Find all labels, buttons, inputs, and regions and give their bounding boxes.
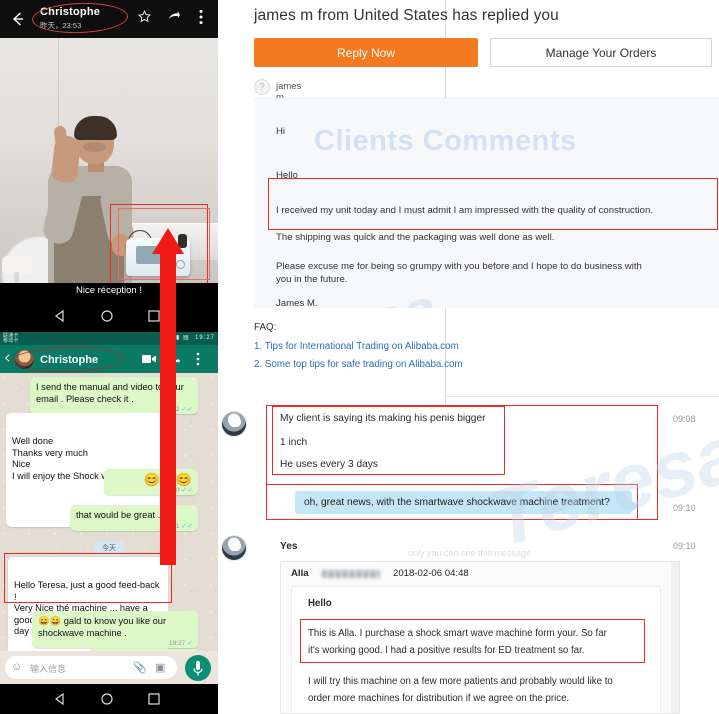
nav-home-icon[interactable]	[101, 310, 113, 322]
chat-time: 19:27 ✓	[169, 640, 193, 648]
nav-home-icon[interactable]	[101, 693, 113, 705]
alla-sender-name: Alla	[291, 568, 309, 579]
annotation-arrow-shaft	[160, 245, 176, 565]
chat-time: 09:10	[673, 541, 696, 551]
chat-bubble-outgoing: 😄😄 gald to know you like our shockwave m…	[32, 611, 198, 649]
customer-photo[interactable]	[0, 38, 218, 300]
nav-recents-icon[interactable]	[148, 310, 160, 322]
android-navbar-bottom	[0, 684, 218, 714]
avatar[interactable]	[221, 411, 247, 437]
nav-back-icon[interactable]	[54, 310, 66, 322]
annotation-box-feedback	[4, 553, 172, 603]
section-divider	[446, 396, 719, 397]
video-camera-icon[interactable]	[142, 354, 156, 364]
scrollbar[interactable]	[671, 562, 679, 713]
person-smile	[83, 142, 106, 152]
message-line: Please excuse me for being so grumpy wit…	[276, 261, 642, 272]
avatar[interactable]	[221, 535, 247, 561]
gallery-header: Christophe 昨天，23:53	[0, 0, 218, 38]
faq-block: FAQ: 1. Tips for International Trading o…	[254, 322, 463, 377]
blurred-surname	[322, 570, 380, 578]
screenshot-root: Christophe 昨天，23:53 Nice réception ! 联通卡…	[0, 0, 719, 714]
alla-timestamp: 2018-02-06 04:48	[393, 568, 469, 579]
faq-link-1[interactable]: 1. Tips for International Trading on Ali…	[254, 341, 463, 352]
chat-text: 😊😊😊	[110, 473, 192, 486]
android-navbar-top	[0, 300, 218, 332]
alla-quoted-message-card: Alla 2018-02-06 04:48 Hello This is Alla…	[280, 561, 680, 714]
alla-line: Hello	[308, 598, 332, 609]
page-title: james m from United States has replied y…	[254, 7, 559, 24]
chat-text: 😄😄 gald to know you like our shockwave m…	[38, 616, 167, 638]
message-input-placeholder: 输入信息	[30, 664, 67, 674]
nav-back-icon[interactable]	[54, 693, 66, 705]
message-line: The shipping was quick and the packaging…	[276, 232, 555, 243]
alla-line: order more machines for distribution if …	[308, 693, 570, 704]
android-status-bar: 联通卡 移动卡 ◔ ♺ ▮ ▤ 19:27	[0, 332, 218, 345]
message-thread: ? james m Teresa Clients Comments Hi Hel…	[254, 78, 719, 308]
paperclip-icon[interactable]: 📎	[133, 661, 147, 674]
whatsapp-header: Christophe	[0, 345, 218, 374]
manage-orders-button[interactable]: Manage Your Orders	[490, 38, 712, 67]
share-icon[interactable]	[167, 10, 181, 23]
star-icon[interactable]	[138, 10, 151, 23]
nav-recents-icon[interactable]	[148, 693, 160, 705]
question-avatar-icon: ?	[254, 79, 270, 95]
annotation-ellipse-contact	[11, 345, 125, 374]
annotation-box-alla	[300, 619, 645, 663]
watermark-clients-comments: Clients Comments	[314, 125, 577, 157]
whatsapp-input-bar: ☺ 输入信息 📎 ▣	[0, 651, 218, 684]
emoji-icon[interactable]: ☺	[11, 661, 22, 673]
reply-now-button[interactable]: Reply Now	[254, 38, 478, 67]
chat-bubble-outgoing: 😊😊😊 15:30 ✓✓	[104, 469, 198, 495]
message-input[interactable]: ☺ 输入信息 📎 ▣	[5, 656, 177, 679]
faq-link-2[interactable]: 2. Some top tips for safe trading on Ali…	[254, 359, 463, 370]
microphone-icon[interactable]	[185, 655, 211, 681]
chat-line: Yes	[280, 541, 298, 552]
whatsapp-more-icon[interactable]	[196, 352, 200, 366]
camera-icon[interactable]: ▣	[155, 661, 165, 674]
whatsapp-conversation[interactable]: I send the manual and video to your emai…	[0, 373, 218, 651]
annotation-box-review	[268, 178, 718, 230]
back-arrow-icon[interactable]	[10, 11, 26, 27]
carrier-label: 联通卡 移动卡	[3, 333, 19, 344]
alla-message-body: Hello This is Alla. I purchase a shock s…	[291, 586, 661, 713]
more-vertical-icon[interactable]	[199, 9, 203, 25]
faq-title: FAQ:	[254, 322, 277, 333]
alla-line: I will try this machine on a few more pa…	[308, 676, 613, 687]
message-line: Hi	[276, 126, 286, 137]
photo-caption: Nice réception !	[75, 285, 142, 296]
phone-screenshots-column: Christophe 昨天，23:53 Nice réception ! 联通卡…	[0, 0, 218, 714]
chat-bubble-outgoing: that would be great . 15:31 ✓✓	[70, 505, 198, 531]
whatsapp-back-icon[interactable]	[4, 354, 12, 362]
message-line: you in the future.	[276, 274, 348, 285]
status-time: 19:27	[194, 335, 215, 341]
